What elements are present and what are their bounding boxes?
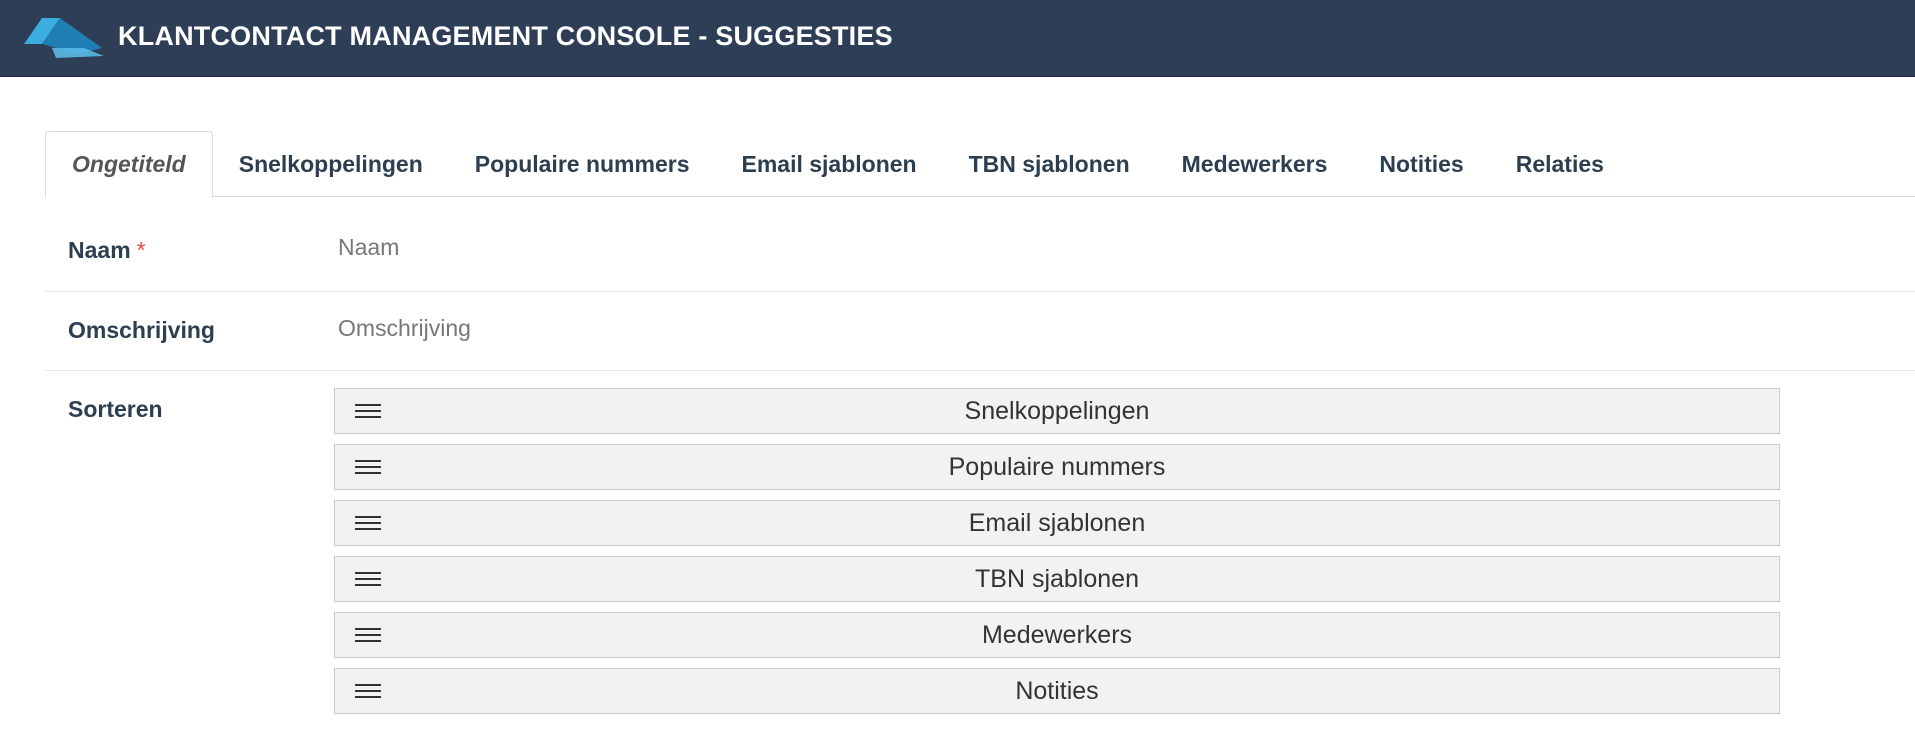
naam-input[interactable] — [328, 224, 1828, 270]
logo-icon — [24, 18, 104, 58]
sort-item-label: Notities — [1015, 676, 1099, 705]
drag-handle-icon[interactable] — [355, 404, 381, 418]
sort-item-tbn-sjablonen[interactable]: TBN sjablonen — [334, 556, 1780, 602]
sort-list: Snelkoppelingen Populaire nummers Email … — [334, 388, 1780, 724]
drag-handle-icon[interactable] — [355, 684, 381, 698]
naam-label-text: Naam — [68, 237, 131, 263]
sorteren-label: Sorteren — [68, 396, 163, 422]
sort-item-label: Populaire nummers — [948, 452, 1166, 481]
tab-populaire-nummers[interactable]: Populaire nummers — [449, 131, 716, 197]
sort-item-snelkoppelingen[interactable]: Snelkoppelingen — [334, 388, 1780, 434]
sort-item-label: Medewerkers — [981, 620, 1133, 649]
drag-handle-icon[interactable] — [355, 516, 381, 530]
tab-medewerkers[interactable]: Medewerkers — [1156, 131, 1354, 197]
sort-item-label: Email sjablonen — [968, 508, 1146, 537]
required-indicator: * — [136, 237, 146, 263]
tab-email-sjablonen[interactable]: Email sjablonen — [716, 131, 943, 197]
tab-ongetiteld[interactable]: Ongetiteld — [45, 131, 213, 198]
omschrijving-input[interactable] — [328, 305, 1828, 351]
drag-handle-icon[interactable] — [355, 628, 381, 642]
naam-label: Naam * — [68, 237, 146, 264]
sort-item-medewerkers[interactable]: Medewerkers — [334, 612, 1780, 658]
sort-item-label: TBN sjablonen — [975, 564, 1139, 593]
tab-snelkoppelingen[interactable]: Snelkoppelingen — [213, 131, 449, 197]
sort-item-notities[interactable]: Notities — [334, 668, 1780, 714]
sort-item-label: Snelkoppelingen — [964, 396, 1150, 425]
omschrijving-row: Omschrijving — [45, 292, 1915, 371]
tab-bar: Ongetiteld Snelkoppelingen Populaire num… — [45, 131, 1915, 198]
tab-relaties[interactable]: Relaties — [1490, 131, 1630, 197]
omschrijving-label: Omschrijving — [68, 317, 215, 343]
sort-item-populaire-nummers[interactable]: Populaire nummers — [334, 444, 1780, 490]
header-bar: KLANTCONTACT MANAGEMENT CONSOLE - SUGGES… — [0, 0, 1915, 77]
sort-item-email-sjablonen[interactable]: Email sjablonen — [334, 500, 1780, 546]
app-title: KLANTCONTACT MANAGEMENT CONSOLE - SUGGES… — [118, 21, 893, 51]
tab-notities[interactable]: Notities — [1353, 131, 1489, 197]
drag-handle-icon[interactable] — [355, 572, 381, 586]
naam-row: Naam * — [45, 198, 1915, 292]
tab-tbn-sjablonen[interactable]: TBN sjablonen — [943, 131, 1156, 197]
drag-handle-icon[interactable] — [355, 460, 381, 474]
